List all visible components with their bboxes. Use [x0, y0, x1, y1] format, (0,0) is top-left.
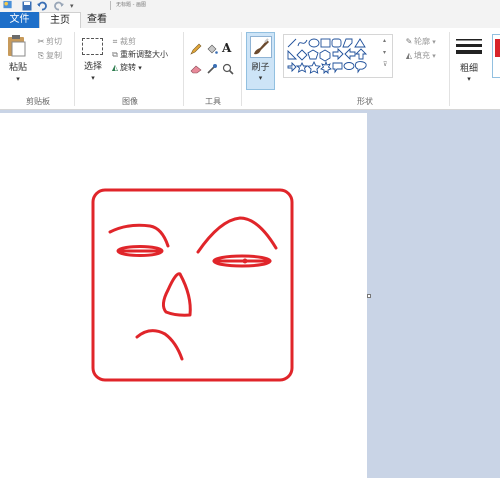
- fill-icon[interactable]: [206, 43, 218, 55]
- rotate-button[interactable]: ◭ 旋转 ▾: [110, 62, 142, 74]
- fill-shape-icon: ◭: [405, 51, 413, 60]
- color-1-swatch[interactable]: [492, 34, 500, 78]
- ribbon: 粘贴 ▾ ✂ 剪切 ⎘ 复制 剪贴板 选择 ▾ ⌗ 裁剪 ⧉ 重新调整大小 ◭ 旋转 ▾ …: [0, 28, 500, 110]
- resize-label: 重新调整大小: [120, 50, 168, 59]
- tab-home[interactable]: 主页: [39, 12, 81, 28]
- canvas-resize-handle[interactable]: [367, 294, 371, 298]
- select-dropdown-icon[interactable]: ▾: [84, 73, 102, 84]
- crop-icon: ⌗: [112, 37, 118, 46]
- outline-dropdown-icon: ▾: [430, 38, 436, 46]
- redo-icon[interactable]: [54, 1, 64, 11]
- resize-icon: ⧉: [112, 50, 118, 59]
- title-divider: [110, 1, 111, 10]
- size-dropdown-icon[interactable]: ▾: [459, 74, 479, 85]
- group-separator: [183, 32, 184, 106]
- scissors-icon: ✂: [37, 37, 45, 46]
- paste-button[interactable]: 粘贴: [6, 63, 30, 74]
- shapes-gallery[interactable]: ▴ ▾ ⊽: [283, 34, 393, 78]
- tab-view[interactable]: 查看: [84, 12, 110, 28]
- fill-label: 填充: [414, 51, 430, 60]
- outline-icon: ✎: [405, 37, 413, 46]
- magnifier-icon[interactable]: [222, 63, 234, 75]
- group-separator: [74, 32, 75, 106]
- image-group-label: 图像: [122, 97, 138, 106]
- fill-dropdown-icon: ▾: [430, 52, 436, 60]
- brush-icon: [250, 36, 272, 58]
- clipboard-group-label: 剪贴板: [26, 97, 50, 106]
- group-separator: [449, 32, 450, 106]
- copy-label: 复制: [46, 51, 62, 60]
- tab-file[interactable]: 文件: [0, 12, 39, 28]
- copy-icon: ⎘: [37, 51, 45, 60]
- text-tool-icon[interactable]: A: [222, 42, 231, 54]
- cut-label: 剪切: [46, 37, 62, 46]
- paste-icon[interactable]: [6, 34, 28, 58]
- title-bar: ▾ 无标题 - 画图: [0, 0, 500, 12]
- shapes-group-label: 形状: [357, 97, 373, 106]
- gallery-scroll-down-icon: ▾: [383, 49, 387, 56]
- save-icon[interactable]: [22, 1, 32, 11]
- brushes-button[interactable]: 刷子 ▾: [246, 32, 275, 90]
- brush-dropdown-icon: ▾: [258, 74, 263, 82]
- fill-shape-button[interactable]: ◭ 填充 ▾: [404, 50, 436, 62]
- face-drawing: [91, 188, 294, 382]
- size-icon[interactable]: [456, 38, 482, 58]
- document-title: 无标题 - 画图: [116, 2, 146, 8]
- quick-access-dropdown-icon[interactable]: ▾: [70, 1, 74, 11]
- select-button[interactable]: 选择: [84, 62, 102, 73]
- color-picker-icon[interactable]: [206, 63, 218, 75]
- rotate-icon: ◭: [111, 63, 119, 72]
- ribbon-tab-bar: 文件 主页 查看: [0, 12, 500, 28]
- select-icon[interactable]: [82, 38, 103, 55]
- gallery-expand-icon: ⊽: [383, 61, 388, 68]
- rotate-label: 旋转: [120, 63, 136, 72]
- pencil-icon[interactable]: [190, 43, 202, 55]
- crop-label: 裁剪: [120, 37, 136, 46]
- copy-button[interactable]: ⎘ 复制: [36, 50, 62, 61]
- outline-label: 轮廓: [414, 37, 430, 46]
- color-1-fill: [495, 39, 500, 57]
- crop-button[interactable]: ⌗ 裁剪: [110, 36, 136, 47]
- paste-dropdown-icon[interactable]: ▾: [6, 74, 30, 85]
- rotate-dropdown-icon: ▾: [136, 64, 142, 72]
- eraser-icon[interactable]: [190, 64, 202, 74]
- resize-button[interactable]: ⧉ 重新调整大小: [110, 49, 168, 60]
- undo-icon[interactable]: [37, 1, 47, 11]
- paint-app-icon: [3, 0, 12, 9]
- gallery-scroll-up-icon: ▴: [383, 37, 387, 44]
- group-separator: [241, 32, 242, 106]
- brush-label: 刷子: [251, 63, 270, 73]
- tools-group-label: 工具: [205, 97, 221, 106]
- cut-button[interactable]: ✂ 剪切: [36, 36, 62, 47]
- drawing-canvas[interactable]: [0, 113, 367, 478]
- shapes-icon: [287, 38, 368, 75]
- outline-button[interactable]: ✎ 轮廓 ▾: [404, 36, 436, 48]
